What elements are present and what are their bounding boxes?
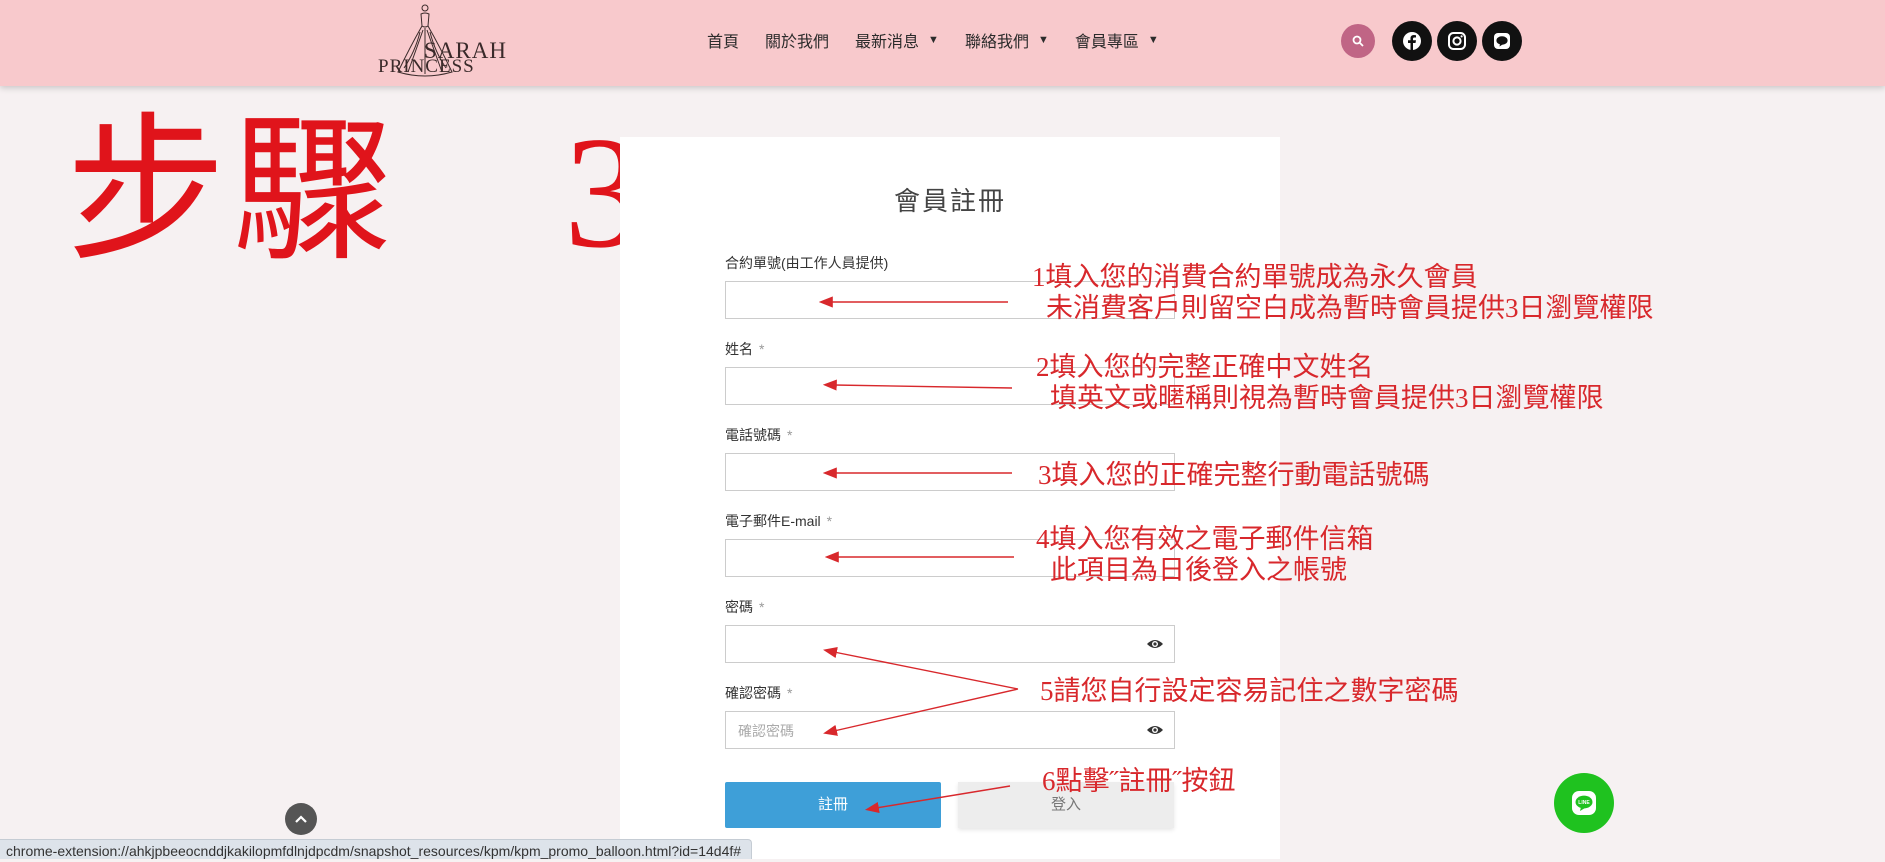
annotation-4-line1: 4填入您有效之電子郵件信箱 [1036, 524, 1374, 554]
annotation-4: 4填入您有效之電子郵件信箱 此項目為日後登入之帳號 [1036, 524, 1374, 586]
scroll-top-button[interactable] [285, 803, 317, 835]
nav-label: 會員專區 [1074, 34, 1139, 51]
site-logo[interactable]: SARAH PRINCESS [372, 2, 512, 78]
label-text: 電話號碼 [725, 427, 781, 443]
form-title: 會員註冊 [893, 186, 1006, 216]
caret-down-icon: ▼ [1037, 34, 1049, 46]
caret-down-icon: ▼ [1147, 34, 1159, 46]
browser-status-bar: chrome-extension://ahkjpbeeocnddjkakilop… [0, 839, 753, 859]
site-header: SARAH PRINCESS 首頁 關於我們 最新消息 ▼ 聯絡我們 ▼ 會員專… [0, 0, 1885, 86]
confirm-password-field[interactable]: 確認密碼 [725, 711, 1175, 749]
confirm-password-placeholder: 確認密碼 [738, 723, 794, 739]
contract-number-label: 合約單號(由工作人員提供) [725, 253, 888, 273]
search-icon [1352, 35, 1364, 47]
eye-icon[interactable] [1146, 636, 1164, 652]
line-link[interactable] [1482, 21, 1522, 61]
chevron-up-icon [295, 815, 307, 823]
nav-item-member[interactable]: 會員專區 ▼ [1075, 28, 1159, 52]
email-label: 電子郵件E-mail * [725, 511, 832, 531]
required-mark: * [759, 599, 765, 615]
line-chat-button[interactable]: LINE [1554, 773, 1614, 833]
phone-label: 電話號碼 * [725, 425, 792, 445]
facebook-link[interactable] [1392, 21, 1432, 61]
annotation-6: 6點擊˝註冊˝按鈕 [1042, 766, 1236, 796]
annotation-1: 1填入您的消費合約單號成為永久會員 未消費客戶則留空白成為暫時會員提供3日瀏覽權… [1032, 262, 1654, 324]
nav-label: 聯絡我們 [964, 34, 1029, 51]
nav-label: 首頁 [707, 34, 740, 51]
label-text: 合約單號(由工作人員提供) [725, 255, 889, 271]
annotation-4-line2: 此項目為日後登入之帳號 [1050, 555, 1347, 586]
facebook-icon [1403, 32, 1421, 50]
annotation-2-line1: 2填入您的完整正確中文姓名 [1036, 352, 1374, 382]
line-icon [1494, 33, 1510, 49]
caret-down-icon: ▼ [928, 34, 939, 46]
label-text: 電子郵件E-mail [725, 513, 821, 529]
label-text: 密碼 [725, 599, 753, 615]
register-button[interactable]: 註冊 [725, 782, 941, 828]
required-mark: * [787, 685, 793, 701]
svg-text:LINE: LINE [1578, 800, 1590, 806]
required-mark: * [826, 513, 833, 529]
nav-item-contact[interactable]: 聯絡我們 ▼ [965, 28, 1049, 52]
search-button[interactable] [1341, 24, 1375, 58]
logo-text-princess: PRINCESS [378, 56, 475, 77]
label-text: 姓名 [725, 341, 753, 357]
instagram-link[interactable] [1437, 21, 1477, 61]
password-label: 密碼 * [725, 597, 764, 617]
annotation-1-line1: 1填入您的消費合約單號成為永久會員 [1032, 262, 1478, 292]
label-text: 確認密碼 [725, 685, 781, 701]
password-field[interactable] [725, 625, 1175, 663]
nav-item-news[interactable]: 最新消息 ▼ [855, 28, 939, 52]
nav-label: 關於我們 [765, 34, 830, 51]
nav-label: 最新消息 [855, 34, 920, 51]
annotation-5: 5請您自行設定容易記住之數字密碼 [1040, 676, 1459, 706]
eye-icon[interactable] [1146, 722, 1164, 738]
step-heading: 步驟 3 [66, 103, 651, 281]
annotation-2: 2填入您的完整正確中文姓名 填英文或暱稱則視為暫時會員提供3日瀏覽權限 [1036, 352, 1604, 414]
instagram-icon [1448, 32, 1466, 50]
nav-item-home[interactable]: 首頁 [707, 28, 739, 52]
nav-item-about[interactable]: 關於我們 [765, 28, 829, 52]
required-mark: * [759, 341, 765, 357]
name-label: 姓名 * [725, 339, 764, 359]
main-nav: 首頁 關於我們 最新消息 ▼ 聯絡我們 ▼ 會員專區 ▼ [707, 28, 1185, 52]
line-chat-icon: LINE [1572, 791, 1596, 815]
annotation-1-line2: 未消費客戶則留空白成為暫時會員提供3日瀏覽權限 [1046, 293, 1654, 324]
annotation-3: 3填入您的正確完整行動電話號碼 [1038, 460, 1430, 490]
confirm-password-label: 確認密碼 * [725, 683, 792, 703]
required-mark: * [787, 427, 793, 443]
annotation-2-line2: 填英文或暱稱則視為暫時會員提供3日瀏覽權限 [1050, 383, 1604, 414]
register-card: 會員註冊 合約單號(由工作人員提供) 姓名 * 電話號碼 * 電子郵件E-mail *… [620, 137, 1280, 859]
